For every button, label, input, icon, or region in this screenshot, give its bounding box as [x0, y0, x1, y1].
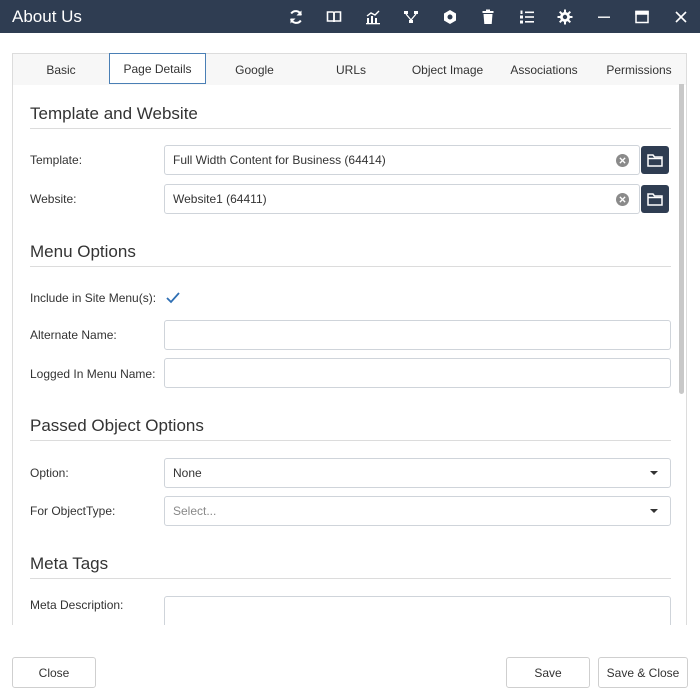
website-field[interactable]: Website1 (64411) — [164, 184, 640, 214]
chart-icon[interactable] — [354, 0, 393, 33]
website-label: Website: — [30, 192, 77, 206]
settings-gear-icon[interactable] — [431, 0, 470, 33]
option-selected-value: None — [173, 466, 202, 480]
close-icon[interactable] — [662, 0, 700, 33]
minimize-icon[interactable] — [585, 0, 624, 33]
include-in-menu-checkbox[interactable] — [164, 289, 182, 307]
trash-icon[interactable] — [469, 0, 508, 33]
tab-object-image[interactable]: Object Image — [399, 54, 496, 85]
checkmark-icon — [166, 292, 180, 304]
template-value: Full Width Content for Business (64414) — [173, 153, 386, 167]
save-and-close-button[interactable]: Save & Close — [598, 657, 688, 688]
logged-in-menu-name-input[interactable] — [164, 358, 671, 388]
section-divider — [30, 440, 671, 441]
list-icon[interactable] — [508, 0, 547, 33]
section-divider — [30, 266, 671, 267]
tab-associations[interactable]: Associations — [496, 54, 592, 85]
section-divider — [30, 578, 671, 579]
gear-icon[interactable] — [546, 0, 585, 33]
chevron-down-icon — [650, 471, 658, 475]
chevron-down-icon — [650, 509, 658, 513]
object-type-label: For ObjectType: — [30, 504, 116, 518]
folder-icon — [647, 154, 663, 167]
website-browse-button[interactable] — [641, 185, 669, 213]
tab-page-details[interactable]: Page Details — [109, 53, 206, 84]
book-icon[interactable] — [315, 0, 354, 33]
section-title-template-website: Template and Website — [30, 104, 198, 123]
logged-in-menu-name-label: Logged In Menu Name: — [30, 367, 156, 381]
meta-description-textarea[interactable] — [164, 596, 671, 625]
website-value: Website1 (64411) — [173, 192, 267, 206]
option-select[interactable]: None — [164, 458, 671, 488]
object-type-placeholder: Select... — [173, 504, 217, 518]
maximize-icon[interactable] — [623, 0, 662, 33]
clear-template-icon[interactable] — [616, 154, 629, 167]
template-field[interactable]: Full Width Content for Business (64414) — [164, 145, 640, 175]
tab-urls[interactable]: URLs — [303, 54, 399, 85]
folder-icon — [647, 193, 663, 206]
title-bar: About Us — [0, 0, 700, 33]
option-label: Option: — [30, 466, 69, 480]
include-in-menu-label: Include in Site Menu(s): — [30, 291, 157, 305]
template-browse-button[interactable] — [641, 146, 669, 174]
tab-strip: Basic Page Details Google URLs Object Im… — [12, 53, 687, 85]
meta-description-label: Meta Description: — [30, 598, 124, 612]
refresh-icon[interactable] — [277, 0, 316, 33]
tab-basic[interactable]: Basic — [13, 54, 109, 85]
tab-permissions[interactable]: Permissions — [592, 54, 686, 85]
section-title-meta-tags: Meta Tags — [30, 554, 109, 573]
section-title-menu-options: Menu Options — [30, 242, 136, 261]
save-button[interactable]: Save — [506, 657, 590, 688]
alternate-name-label: Alternate Name: — [30, 328, 117, 342]
section-title-passed-object: Passed Object Options — [30, 416, 204, 435]
window-title: About Us — [12, 6, 82, 26]
toolbar — [277, 0, 700, 33]
section-divider — [30, 128, 671, 129]
page-details-panel: Template and Website Template: Full Widt… — [12, 84, 687, 625]
vertical-scrollbar[interactable] — [679, 84, 684, 394]
tab-google[interactable]: Google — [206, 54, 303, 85]
close-button[interactable]: Close — [12, 657, 96, 688]
template-label: Template: — [30, 153, 83, 167]
workflow-icon[interactable] — [392, 0, 431, 33]
alternate-name-input[interactable] — [164, 320, 671, 350]
clear-website-icon[interactable] — [616, 193, 629, 206]
object-type-select[interactable]: Select... — [164, 496, 671, 526]
